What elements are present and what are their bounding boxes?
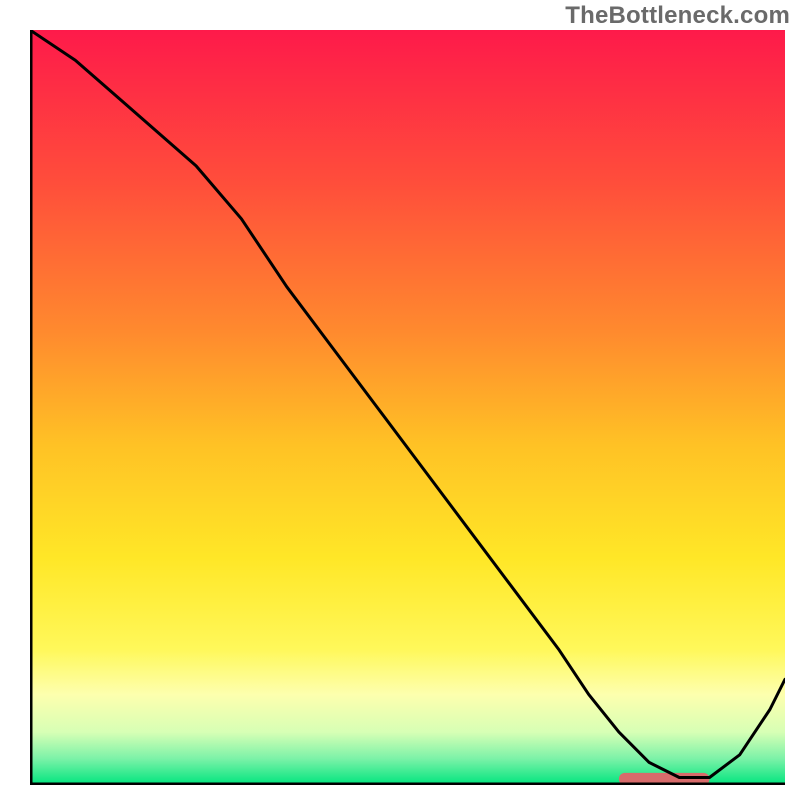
plot-area (30, 30, 785, 785)
gradient-background (30, 30, 785, 785)
chart-svg (30, 30, 785, 785)
watermark-text: TheBottleneck.com (565, 2, 790, 30)
chart-container: TheBottleneck.com (0, 0, 800, 800)
